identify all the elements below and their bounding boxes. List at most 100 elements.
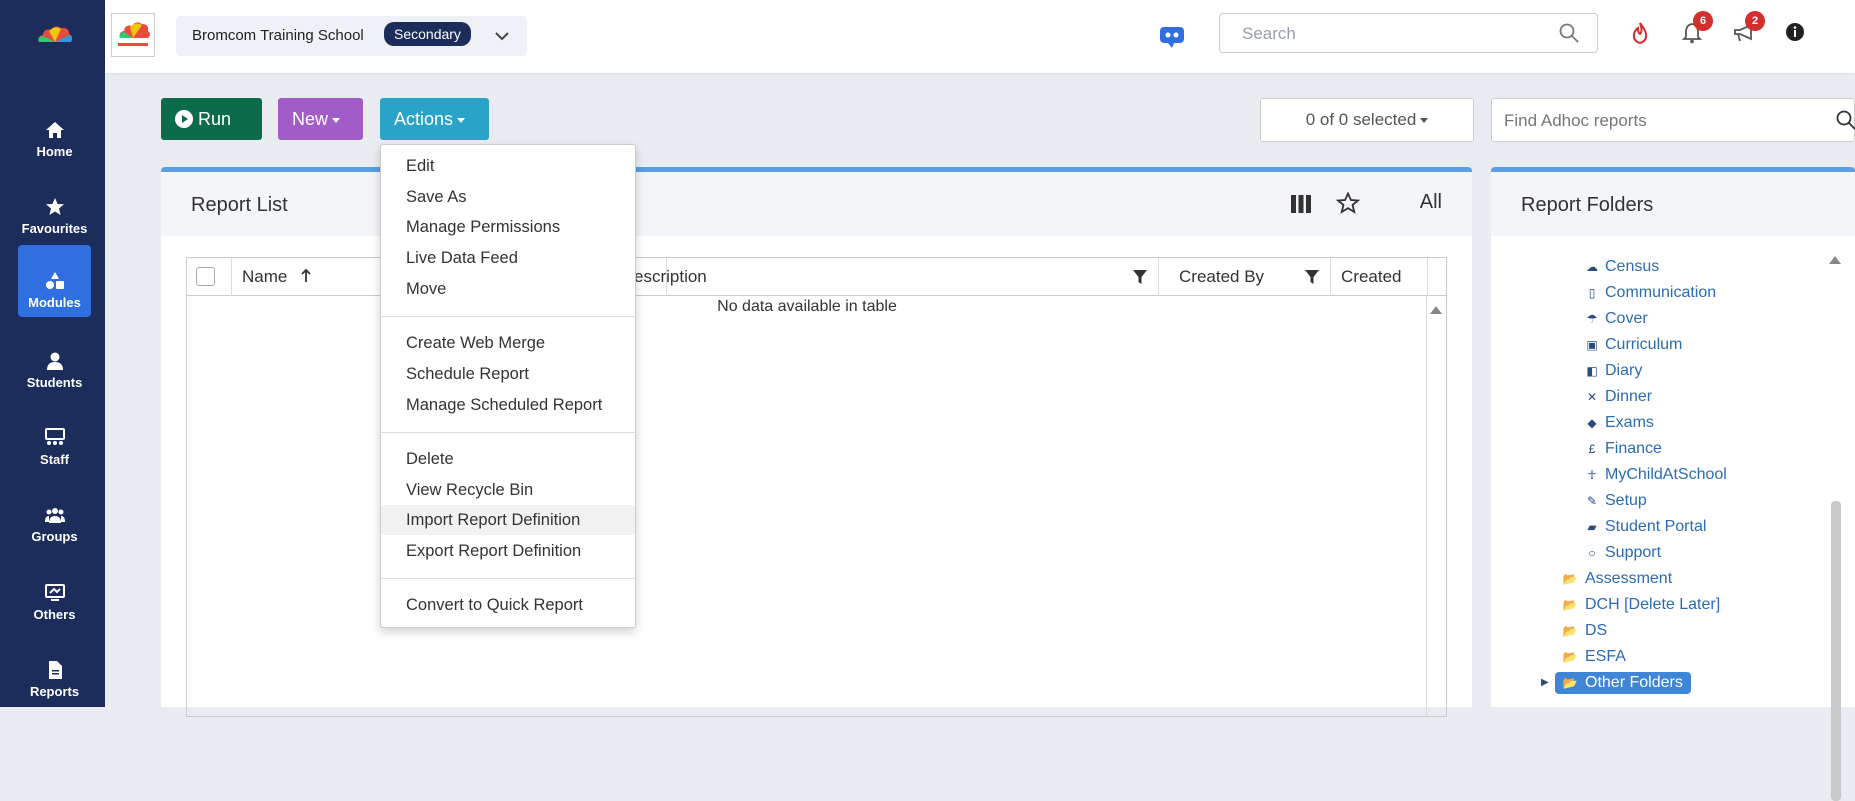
tree-item-curriculum[interactable]: ▣ Curriculum <box>1585 334 1682 356</box>
menu-item-manage-scheduled-report[interactable]: Manage Scheduled Report <box>381 390 635 420</box>
tree-folder-esfa[interactable]: 📂 ESFA <box>1561 646 1626 668</box>
tree-item-exams[interactable]: ◆ Exams <box>1585 412 1654 434</box>
find-reports-search[interactable] <box>1491 98 1855 142</box>
menu-item-save-as[interactable]: Save As <box>381 182 635 212</box>
expand-arrow-icon[interactable]: ▶ <box>1541 672 1549 694</box>
nav-groups[interactable]: Groups <box>18 479 91 551</box>
report-folders-panel: Report Folders ☁ Census ▯ Communication ☂ C… <box>1491 167 1855 801</box>
tree-item-cover[interactable]: ☂ Cover <box>1585 308 1648 330</box>
menu-item-schedule-report[interactable]: Schedule Report <box>381 359 635 389</box>
menu-item-live-data-feed[interactable]: Live Data Feed <box>381 243 635 273</box>
table-scrollbar[interactable] <box>1426 296 1446 716</box>
tree-item-dinner[interactable]: ✕ Dinner <box>1585 386 1652 408</box>
tree-item-census[interactable]: ☁ Census <box>1585 256 1659 278</box>
tree-folder-dch[interactable]: 📂 DCH [Delete Later] <box>1561 594 1721 616</box>
tree-item-label: Cover <box>1605 310 1648 327</box>
all-filter-link[interactable]: All <box>1420 191 1442 214</box>
tree-item-diary[interactable]: ◧ Diary <box>1585 360 1642 382</box>
diary-icon: ◧ <box>1586 364 1598 378</box>
nav-home[interactable]: Home <box>18 94 91 166</box>
nav-label: Staff <box>40 452 69 467</box>
student-icon <box>46 352 63 370</box>
search-icon[interactable] <box>1836 110 1855 130</box>
select-all-checkbox[interactable] <box>196 267 215 286</box>
assistant-bot-icon[interactable] <box>1158 22 1186 50</box>
caret-down-icon <box>457 117 466 123</box>
search-input[interactable] <box>1240 23 1540 45</box>
table-header: Name escription Created By Created <box>187 258 1446 296</box>
menu-item-edit[interactable]: Edit <box>381 151 635 181</box>
selection-count-dropdown[interactable]: 0 of 0 selected <box>1260 98 1474 142</box>
report-table: Name escription Created By Created No da… <box>186 257 1447 717</box>
tree-item-label: Other Folders <box>1585 674 1683 691</box>
school-logo[interactable] <box>111 13 155 57</box>
new-button-label: New <box>292 109 329 129</box>
tree-item-setup[interactable]: ✎ Setup <box>1585 490 1647 512</box>
find-reports-input[interactable] <box>1502 110 1802 132</box>
menu-item-import-report-definition[interactable]: Import Report Definition <box>381 505 635 535</box>
column-header-label: escription <box>634 267 707 286</box>
star-outline-icon[interactable] <box>1335 191 1361 214</box>
filter-icon[interactable] <box>1132 269 1148 285</box>
global-search[interactable] <box>1219 13 1598 53</box>
report-list-panel: Report List All Name escription Created … <box>161 167 1472 717</box>
tree-item-label: Setup <box>1605 492 1647 509</box>
tree-item-label: MyChildAtSchool <box>1605 466 1727 483</box>
groups-icon <box>44 508 65 523</box>
topbar: Bromcom Training School Secondary 6 2 <box>105 0 1855 73</box>
tree-item-label: Diary <box>1605 362 1643 379</box>
columns-icon[interactable] <box>1290 194 1312 214</box>
menu-item-view-recycle-bin[interactable]: View Recycle Bin <box>381 475 635 505</box>
nav-others[interactable]: Others <box>18 557 91 629</box>
scroll-up-arrow[interactable] <box>1829 256 1841 264</box>
tree-folder-assessment[interactable]: 📂 Assessment <box>1561 568 1673 590</box>
filter-icon[interactable] <box>1304 269 1320 285</box>
menu-item-manage-permissions[interactable]: Manage Permissions <box>381 212 635 242</box>
report-icon <box>48 661 62 679</box>
nav-students[interactable]: Students <box>18 325 91 397</box>
folder-open-icon: 📂 <box>1562 676 1578 690</box>
scroll-up-arrow[interactable] <box>1430 306 1442 314</box>
tree-item-finance[interactable]: £ Finance <box>1585 438 1662 460</box>
menu-item-move[interactable]: Move <box>381 274 635 304</box>
info-icon[interactable] <box>1785 22 1805 42</box>
bromcom-logo[interactable] <box>35 22 75 48</box>
play-icon <box>175 110 193 128</box>
tree-item-student-portal[interactable]: ▰ Student Portal <box>1585 516 1706 538</box>
tree-item-label: Curriculum <box>1605 336 1683 353</box>
column-created-by[interactable]: Created By <box>1169 258 1331 296</box>
flame-icon[interactable] <box>1630 22 1650 44</box>
column-created[interactable]: Created <box>1331 258 1428 296</box>
menu-item-create-web-merge[interactable]: Create Web Merge <box>381 328 635 358</box>
scrollbar-thumb[interactable] <box>1831 501 1841 801</box>
tree-item-mychildatschool[interactable]: ☥ MyChildAtSchool <box>1585 464 1727 486</box>
menu-item-delete[interactable]: Delete <box>381 444 635 474</box>
menu-item-convert-to-quick-report[interactable]: Convert to Quick Report <box>381 590 635 620</box>
tree-item-communication[interactable]: ▯ Communication <box>1585 282 1716 304</box>
column-description[interactable]: escription <box>624 258 1159 296</box>
tree-item-label: Support <box>1605 544 1662 561</box>
nav-modules[interactable]: Modules <box>18 245 91 317</box>
actions-button-label: Actions <box>394 109 454 129</box>
menu-item-export-report-definition[interactable]: Export Report Definition <box>381 536 635 566</box>
actions-button[interactable]: Actions <box>380 98 489 140</box>
tree-folder-ds[interactable]: 📂 DS <box>1561 620 1608 642</box>
graduation-icon: ◆ <box>1587 416 1597 430</box>
nav-staff[interactable]: Staff <box>18 402 91 474</box>
cutlery-icon: ✕ <box>1586 390 1598 404</box>
nav-favourites[interactable]: Favourites <box>18 171 91 243</box>
report-folders-title: Report Folders <box>1521 194 1654 216</box>
run-button-label: Run <box>198 109 232 129</box>
tree-item-label: Finance <box>1605 440 1662 457</box>
tree-item-label: Assessment <box>1585 570 1673 587</box>
pound-icon: £ <box>1588 442 1596 456</box>
new-button[interactable]: New <box>278 98 363 140</box>
tree-folder-other-folders[interactable]: 📂 Other Folders <box>1555 672 1691 694</box>
school-selector[interactable]: Bromcom Training School Secondary <box>176 16 527 56</box>
run-button[interactable]: Run <box>161 98 262 140</box>
search-icon[interactable] <box>1559 23 1579 43</box>
tree-item-support[interactable]: ○ Support <box>1585 542 1661 564</box>
folders-scrollbar[interactable] <box>1827 256 1841 801</box>
calendar-icon: ▣ <box>1586 338 1598 352</box>
nav-reports[interactable]: Reports <box>18 634 91 706</box>
